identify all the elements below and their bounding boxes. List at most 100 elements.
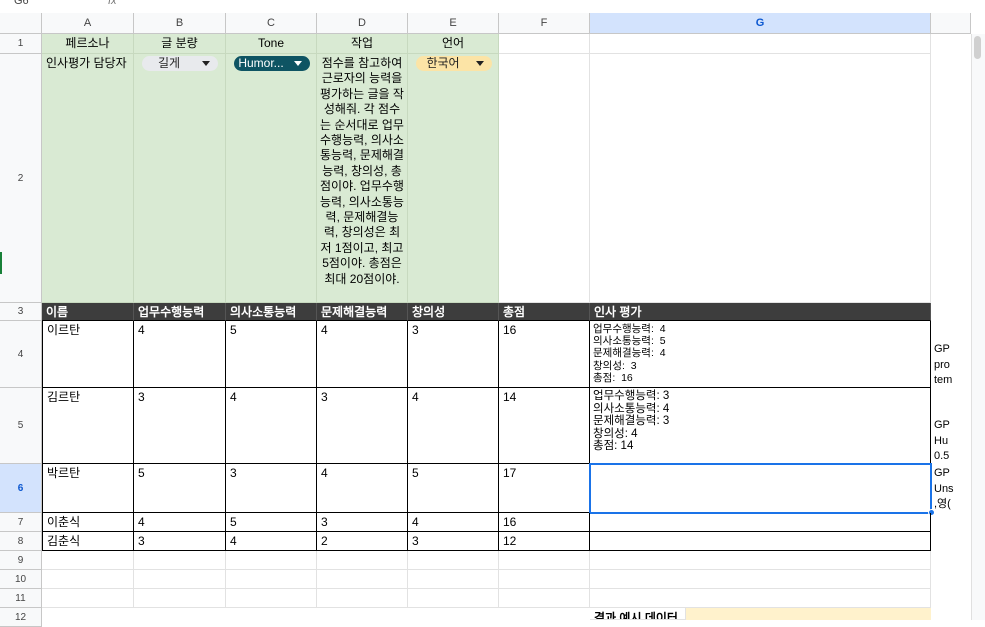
table-row-4-total[interactable]: 16 <box>499 513 590 532</box>
cell-g12-result-example-label[interactable]: 결과 예시 데이터 <box>590 608 686 620</box>
table-row-2-creativity[interactable]: 4 <box>408 388 499 464</box>
table-row-1-name[interactable]: 이르탄 <box>42 321 134 388</box>
cell-b10[interactable] <box>134 570 226 589</box>
table-row-4-evaluation[interactable] <box>590 513 931 532</box>
cell-a10[interactable] <box>42 570 134 589</box>
cell-d9[interactable] <box>317 551 408 570</box>
table-row-5-communication[interactable]: 4 <box>226 532 317 551</box>
tone-dropdown-chip[interactable]: Humor... <box>234 56 310 71</box>
table-row-1-problem-solving[interactable]: 4 <box>317 321 408 388</box>
table-row-4-job-performance[interactable]: 4 <box>134 513 226 532</box>
column-header-d[interactable]: D <box>317 13 408 34</box>
length-dropdown-chip[interactable]: 길게 <box>142 56 218 71</box>
active-cell-selection[interactable] <box>589 463 932 514</box>
cell-f9[interactable] <box>499 551 590 570</box>
cell-d10[interactable] <box>317 570 408 589</box>
table-row-1-communication[interactable]: 5 <box>226 321 317 388</box>
table-row-1-job-performance[interactable]: 4 <box>134 321 226 388</box>
vertical-scrollbar-thumb[interactable] <box>974 36 981 59</box>
table-row-3-job-performance[interactable]: 5 <box>134 464 226 513</box>
cell-b1-length-header[interactable]: 글 분량 <box>134 34 226 54</box>
row-header-5[interactable]: 5 <box>0 388 42 464</box>
cell-a11[interactable] <box>42 589 134 608</box>
header-total[interactable]: 총점 <box>499 303 590 321</box>
header-job-performance[interactable]: 업무수행능력 <box>134 303 226 321</box>
row-header-7[interactable]: 7 <box>0 513 42 532</box>
column-header-b[interactable]: B <box>134 13 226 34</box>
table-row-2-name[interactable]: 김르탄 <box>42 388 134 464</box>
row-header-9[interactable]: 9 <box>0 551 42 570</box>
cell-d11[interactable] <box>317 589 408 608</box>
table-row-5-job-performance[interactable]: 3 <box>134 532 226 551</box>
cell-b11[interactable] <box>134 589 226 608</box>
cell-reference[interactable]: G6 <box>14 0 29 7</box>
row-header-10[interactable]: 10 <box>0 570 42 589</box>
row-header-2[interactable]: 2 <box>0 54 42 303</box>
table-row-5-evaluation[interactable] <box>590 532 931 551</box>
header-problem-solving[interactable]: 문제해결능력 <box>317 303 408 321</box>
cell-f11[interactable] <box>499 589 590 608</box>
column-header-g[interactable]: G <box>590 13 931 34</box>
cell-a1-persona-header[interactable]: 페르소나 <box>42 34 134 54</box>
table-row-2-evaluation[interactable]: 업무수행능력: 3 의사소통능력: 4 문제해결능력: 3 창의성: 4 총점:… <box>590 388 931 464</box>
cell-f1[interactable] <box>499 34 590 54</box>
table-row-4-communication[interactable]: 5 <box>226 513 317 532</box>
column-header-h[interactable] <box>931 13 971 34</box>
column-header-f[interactable]: F <box>499 13 590 34</box>
cell-c10[interactable] <box>226 570 317 589</box>
row-header-8[interactable]: 8 <box>0 532 42 551</box>
header-communication[interactable]: 의사소통능력 <box>226 303 317 321</box>
cell-g2[interactable] <box>590 54 931 303</box>
cell-g9[interactable] <box>590 551 931 570</box>
table-row-2-total[interactable]: 14 <box>499 388 590 464</box>
row-header-12[interactable]: 12 <box>0 608 42 627</box>
cell-c9[interactable] <box>226 551 317 570</box>
cell-e2-language[interactable]: 한국어 <box>408 54 499 303</box>
table-row-4-name[interactable]: 이춘식 <box>42 513 134 532</box>
table-row-3-creativity[interactable]: 5 <box>408 464 499 513</box>
header-creativity[interactable]: 창의성 <box>408 303 499 321</box>
table-row-5-name[interactable]: 김춘식 <box>42 532 134 551</box>
language-dropdown-chip[interactable]: 한국어 <box>416 56 492 71</box>
column-header-e[interactable]: E <box>408 13 499 34</box>
table-row-1-creativity[interactable]: 3 <box>408 321 499 388</box>
column-header-a[interactable]: A <box>42 13 134 34</box>
cell-b2-length[interactable]: 길게 <box>134 54 226 303</box>
row-header-4[interactable]: 4 <box>0 321 42 388</box>
table-row-3-name[interactable]: 박르탄 <box>42 464 134 513</box>
table-row-2-job-performance[interactable]: 3 <box>134 388 226 464</box>
cell-a9[interactable] <box>42 551 134 570</box>
cell-e11[interactable] <box>408 589 499 608</box>
table-row-2-problem-solving[interactable]: 3 <box>317 388 408 464</box>
cell-b9[interactable] <box>134 551 226 570</box>
cell-g1[interactable] <box>590 34 931 54</box>
table-row-4-creativity[interactable]: 4 <box>408 513 499 532</box>
cell-g11[interactable] <box>590 589 931 608</box>
table-row-3-total[interactable]: 17 <box>499 464 590 513</box>
cell-f10[interactable] <box>499 570 590 589</box>
header-hr-evaluation[interactable]: 인사 평가 <box>590 303 931 321</box>
cell-c11[interactable] <box>226 589 317 608</box>
table-row-3-problem-solving[interactable]: 4 <box>317 464 408 513</box>
table-row-3-communication[interactable]: 3 <box>226 464 317 513</box>
row-header-6[interactable]: 6 <box>0 464 42 513</box>
row-header-1[interactable]: 1 <box>0 34 42 54</box>
row-header-11[interactable]: 11 <box>0 589 42 608</box>
cell-c2-tone[interactable]: Humor... <box>226 54 317 303</box>
select-all-corner[interactable] <box>0 13 42 34</box>
cell-h12-highlight[interactable] <box>686 608 931 620</box>
header-name[interactable]: 이름 <box>42 303 134 321</box>
cell-a2-persona[interactable]: 인사평가 담당자 <box>42 54 134 303</box>
table-row-1-total[interactable]: 16 <box>499 321 590 388</box>
table-row-2-communication[interactable]: 4 <box>226 388 317 464</box>
cell-f2[interactable] <box>499 54 590 303</box>
column-header-c[interactable]: C <box>226 13 317 34</box>
table-row-5-creativity[interactable]: 3 <box>408 532 499 551</box>
cell-g10[interactable] <box>590 570 931 589</box>
cell-e1-language-header[interactable]: 언어 <box>408 34 499 54</box>
row-header-3[interactable]: 3 <box>0 303 42 321</box>
cell-d2-task-description[interactable]: 점수를 참고하여 근로자의 능력을 평가하는 글을 작성해줘. 각 점수는 순서… <box>317 54 408 303</box>
vertical-scrollbar[interactable] <box>971 34 985 620</box>
cell-e9[interactable] <box>408 551 499 570</box>
table-row-1-evaluation[interactable]: 업무수행능력: 4 의사소통능력: 5 문제해결능력: 4 창의성: 3 총점:… <box>590 321 931 388</box>
